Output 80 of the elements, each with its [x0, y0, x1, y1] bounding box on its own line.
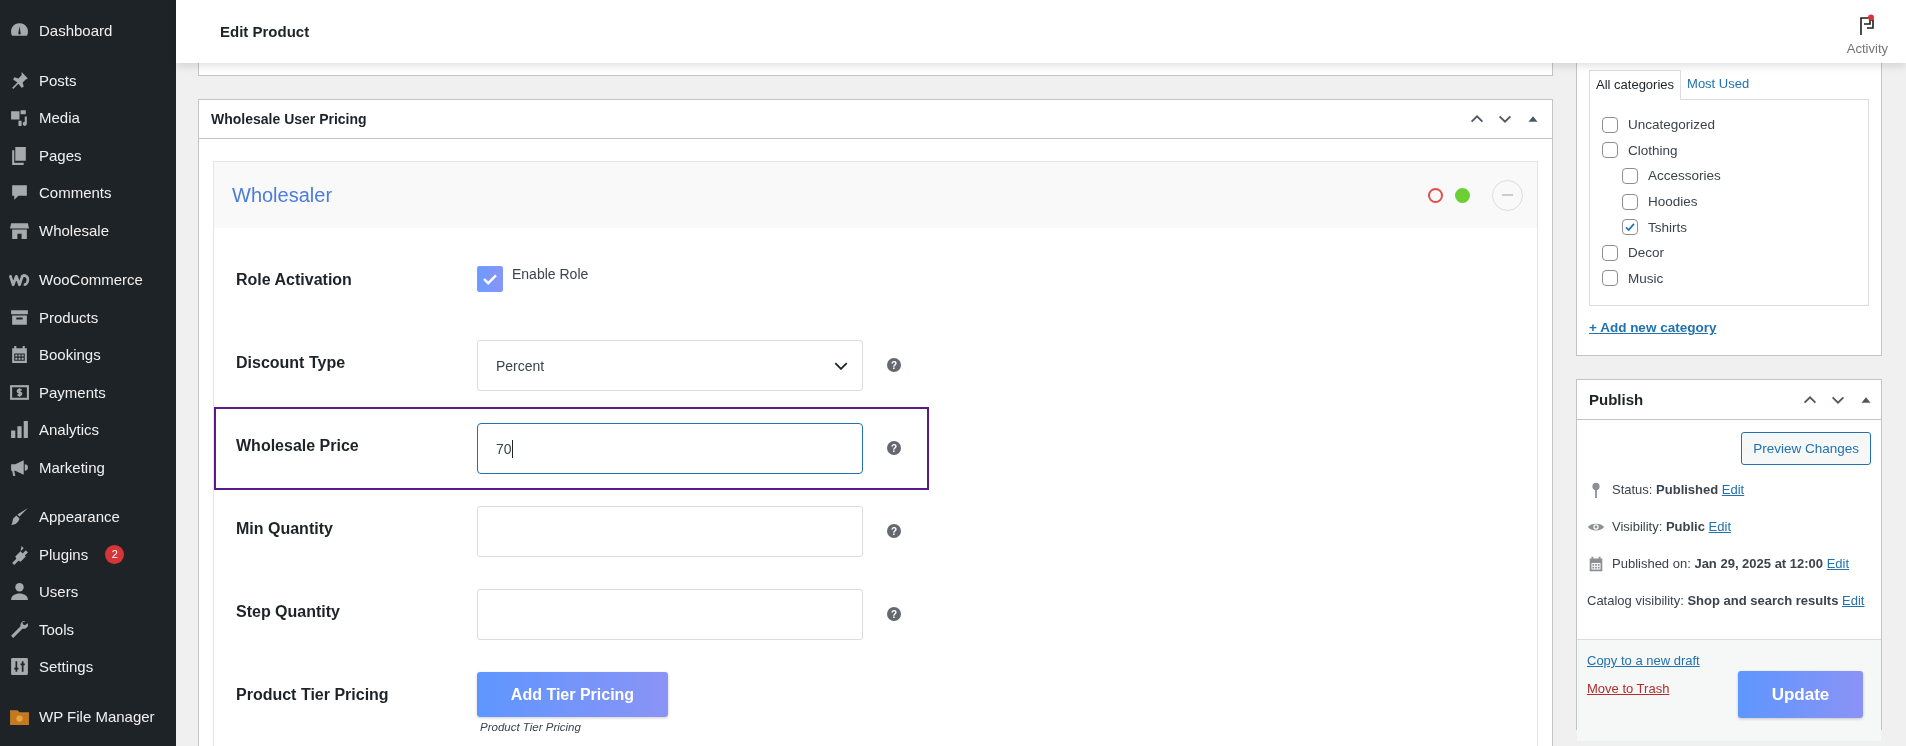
publish-detail: Visibility: Public Edit [1612, 519, 1731, 534]
checkbox[interactable] [1602, 244, 1618, 261]
sliders-icon [9, 656, 30, 678]
sidebar-menu-item[interactable]: Posts [0, 61, 176, 99]
sidebar-menu-item[interactable]: Products [0, 298, 176, 336]
category-tab[interactable]: All categories [1589, 70, 1682, 100]
sidebar-menu-item[interactable]: Payments [0, 373, 176, 411]
sidebar-menu-item[interactable]: Dashboard [0, 12, 176, 50]
panel-title: Wholesale User Pricing [211, 111, 367, 127]
help-icon[interactable]: ? [887, 441, 901, 455]
role-title: Wholesaler [232, 183, 333, 207]
checkbox[interactable] [1622, 193, 1638, 210]
checkbox[interactable] [1602, 142, 1618, 159]
sidebar-menu-item[interactable]: Comments [0, 174, 176, 212]
wrench-icon [9, 618, 30, 640]
sidebar-menu-item[interactable]: Plugins 2 [0, 535, 176, 573]
field-label: Discount Type [236, 353, 347, 372]
person-icon [9, 581, 30, 603]
category-label: Accessories [1648, 168, 1721, 184]
edit-link[interactable]: Edit [1708, 519, 1731, 534]
media-icon [9, 107, 30, 129]
field-label: Wholesale Price [236, 436, 360, 455]
activity-button[interactable]: Activity [1846, 7, 1888, 56]
sidebar-menu-item[interactable]: Analytics [0, 411, 176, 449]
sidebar-menu-item[interactable]: Tools [0, 610, 176, 648]
publish-detail: Catalog visibility: Shop and search results Edit [1587, 593, 1865, 608]
add-category-link[interactable]: + Add new category [1589, 320, 1717, 335]
sidebar-menu-item[interactable]: Settings [0, 648, 176, 686]
preview-changes-button[interactable]: Preview Changes [1741, 432, 1871, 465]
minus-icon [1502, 194, 1513, 196]
publish-detail: Status: Published Edit [1612, 482, 1745, 497]
category-label: Tshirts [1648, 219, 1687, 235]
page-title: Edit Product [220, 23, 310, 40]
calendar-icon [9, 344, 30, 366]
field-label: Role Activation [236, 270, 353, 289]
category-label: Music [1628, 270, 1664, 286]
checkbox[interactable] [477, 266, 503, 292]
sidebar-menu-item[interactable]: WP File Manager [0, 697, 176, 735]
edit-link[interactable]: Edit [1721, 482, 1745, 497]
calendar-icon [1587, 554, 1605, 573]
edit-link[interactable]: Edit [1826, 556, 1850, 571]
sidebar-menu-item[interactable]: Wholesale [0, 211, 176, 249]
checkbox-label: Enable Role [512, 266, 589, 282]
checkbox[interactable] [1622, 168, 1638, 184]
chevron-down-icon [834, 361, 848, 370]
sidebar-menu-item[interactable]: Marketing [0, 448, 176, 486]
category-label: Decor [1628, 245, 1664, 261]
sidebar-menu-item[interactable]: Bookings [0, 336, 176, 374]
sidebar-menu-item[interactable]: WooCommerce [0, 261, 176, 299]
help-icon[interactable]: ? [887, 607, 901, 621]
status-dot[interactable] [1428, 187, 1443, 203]
sidebar-menu-item[interactable]: Pages [0, 136, 176, 174]
category-tab[interactable]: Most Used [1681, 70, 1756, 99]
field-label: Step Quantity [236, 602, 341, 621]
help-icon[interactable]: ? [887, 524, 901, 538]
edit-link[interactable]: Edit [1842, 593, 1865, 608]
category-label: Uncategorized [1628, 117, 1716, 133]
field-label: Product Tier Pricing [236, 685, 390, 704]
category-label: Clothing [1628, 142, 1678, 158]
discount-type-select[interactable]: Percent [477, 340, 863, 391]
update-count-badge: 2 [105, 544, 125, 564]
text-input-field[interactable]: 70 [477, 423, 863, 474]
sidebar-menu-item[interactable]: Users [0, 573, 176, 611]
checkbox[interactable] [1602, 116, 1618, 133]
field-caption: Product Tier Pricing [479, 721, 582, 733]
help-icon[interactable]: ? [887, 358, 901, 372]
bar-chart-icon [9, 419, 30, 441]
checkbox[interactable] [1602, 270, 1618, 287]
sidebar-menu-item[interactable]: Appearance [0, 498, 176, 536]
copy-draft-link[interactable]: Copy to a new draft [1587, 653, 1700, 668]
move-to-trash-link[interactable]: Move to Trash [1587, 681, 1700, 696]
publish-title: Publish [1589, 391, 1644, 408]
text-input-field[interactable] [477, 589, 863, 640]
status-dot[interactable] [1455, 187, 1470, 203]
category-label: Hoodies [1648, 194, 1698, 210]
checkbox[interactable] [1622, 219, 1638, 236]
field-label: Min Quantity [236, 519, 334, 538]
publish-detail: Published on: Jan 29, 2025 at 12:00 Edit [1612, 556, 1850, 571]
text-input-field[interactable] [477, 506, 863, 557]
sidebar-menu-item[interactable]: Media [0, 99, 176, 137]
